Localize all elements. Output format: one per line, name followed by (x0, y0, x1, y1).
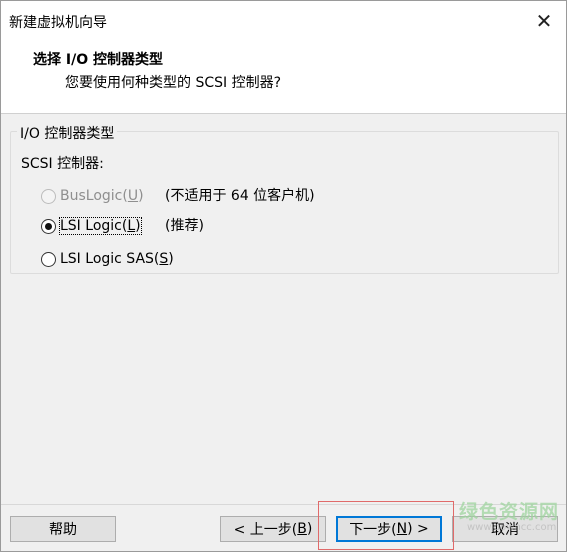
radio-button-checked[interactable] (41, 218, 56, 234)
radio-lsi-logic-sas[interactable]: LSI Logic SAS(S) (41, 249, 174, 269)
next-button[interactable]: 下一步(N) > (336, 516, 442, 542)
help-button[interactable]: 帮助 (10, 516, 116, 542)
radio-lsi-logic-sas-label: LSI Logic SAS(S) (60, 251, 174, 267)
close-icon[interactable]: ✕ (522, 1, 566, 41)
page-title: 选择 I/O 控制器类型 (33, 52, 163, 68)
footer-divider (1, 504, 566, 505)
cancel-button[interactable]: 取消 (452, 516, 558, 542)
window-title: 新建虚拟机向导 (9, 15, 107, 31)
buslogic-note: (不适用于 64 位客户机) (165, 188, 315, 204)
scsi-controller-label: SCSI 控制器: (21, 156, 104, 172)
title-bar: 新建虚拟机向导 ✕ (1, 1, 566, 41)
page-subtitle: 您要使用何种类型的 SCSI 控制器? (65, 75, 282, 91)
radio-button[interactable] (41, 251, 56, 267)
radio-buslogic[interactable]: BusLogic(U) (41, 186, 144, 206)
radio-buslogic-label: BusLogic(U) (60, 188, 144, 204)
radio-lsi-logic[interactable]: LSI Logic(L) (41, 216, 142, 236)
radio-button[interactable] (41, 188, 56, 204)
back-button[interactable]: < 上一步(B) (220, 516, 326, 542)
wizard-window: 新建虚拟机向导 ✕ 选择 I/O 控制器类型 您要使用何种类型的 SCSI 控制… (0, 0, 567, 552)
wizard-header: 选择 I/O 控制器类型 您要使用何种类型的 SCSI 控制器? (1, 41, 566, 114)
group-legend: I/O 控制器类型 (17, 123, 118, 143)
radio-lsi-logic-label: LSI Logic(L) (59, 217, 142, 235)
lsi-logic-note: (推荐) (165, 218, 204, 234)
